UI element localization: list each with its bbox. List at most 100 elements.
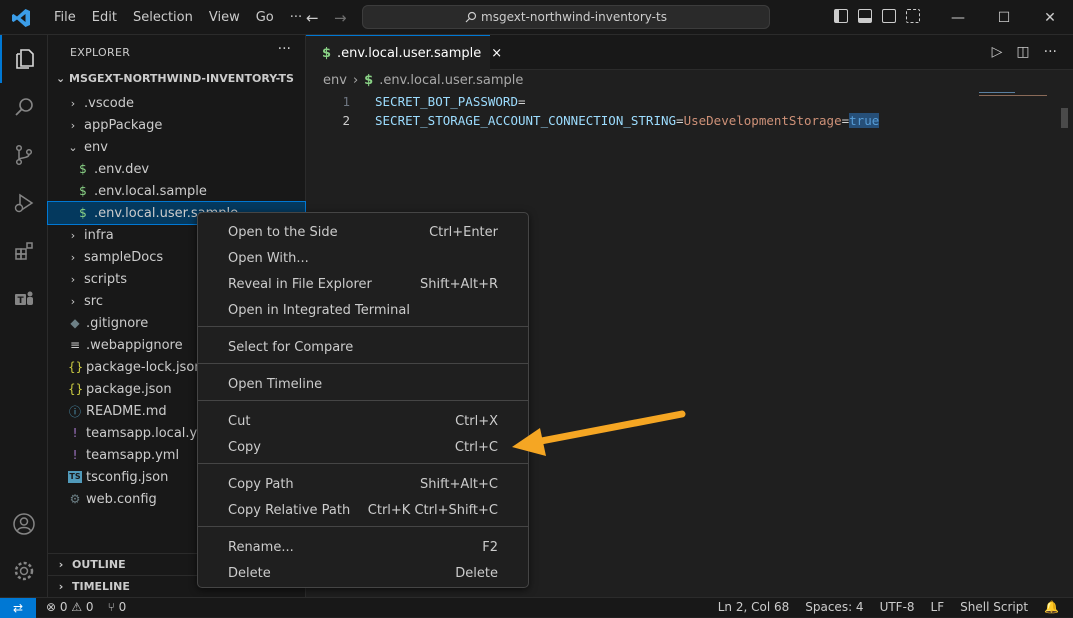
workspace-root[interactable]: ⌄ MSGEXT-NORTHWIND-INVENTORY-TS — [56, 72, 294, 85]
encoding[interactable]: UTF-8 — [880, 600, 915, 614]
run-icon[interactable]: ▷ — [992, 44, 1003, 60]
cursor-position[interactable]: Ln 2, Col 68 — [718, 600, 790, 614]
context-menu: Open to the Side Ctrl+Enter Open With... Re… — [197, 212, 529, 588]
more-actions-icon[interactable]: ··· — [1044, 44, 1057, 60]
menu-selection[interactable]: Selection — [125, 10, 201, 25]
menu-file[interactable]: File — [46, 10, 84, 25]
menu-item-delete[interactable]: Delete Delete — [204, 560, 522, 586]
minimize-icon[interactable]: — — [935, 0, 981, 35]
folder-item[interactable]: › .vscode — [48, 92, 305, 114]
menu-go[interactable]: Go — [248, 10, 282, 25]
menu-item-label: Copy Path — [228, 476, 294, 492]
chevron-right-icon: › — [70, 294, 76, 308]
maximize-icon[interactable]: ☐ — [981, 0, 1027, 35]
menu-item-copy-path[interactable]: Copy Path Shift+Alt+C — [204, 471, 522, 497]
account-icon[interactable] — [0, 500, 48, 548]
file-type-icon: TS — [68, 471, 82, 483]
menu-item-shortcut: Shift+Alt+C — [419, 476, 498, 492]
menu-item-cut[interactable]: Cut Ctrl+X — [204, 408, 522, 434]
tree-item-label: appPackage — [84, 117, 163, 133]
split-editor-icon[interactable]: ◫ — [1016, 44, 1029, 60]
settings-gear-icon[interactable] — [0, 547, 48, 595]
annotation-arrow — [512, 410, 686, 456]
menu-item-reveal-in-file-explorer[interactable]: Reveal in File Explorer Shift+Alt+R — [204, 271, 522, 297]
customize-layout-icon[interactable] — [906, 9, 920, 23]
end-of-line[interactable]: LF — [931, 600, 945, 614]
menu-separator — [198, 463, 528, 464]
line-number: 1 — [342, 94, 350, 109]
search-text: msgext-northwind-inventory-ts — [481, 10, 667, 24]
menu-item-label: Copy Relative Path — [228, 502, 351, 518]
extensions-icon[interactable] — [0, 227, 48, 275]
chevron-right-icon: › — [70, 96, 76, 110]
back-arrow-icon[interactable]: ← — [306, 9, 319, 27]
folder-item[interactable]: ⌄ env — [48, 136, 305, 158]
menu-separator — [198, 526, 528, 527]
command-center-search[interactable]: msgext-northwind-inventory-ts — [362, 5, 770, 29]
search-icon[interactable] — [0, 83, 48, 131]
toggle-secondary-sidebar-icon[interactable] — [882, 9, 896, 23]
problems-status[interactable]: ⊗ 0 ⚠ 0 — [46, 600, 94, 614]
activity-bar: T — [0, 35, 48, 597]
tree-item-label: scripts — [84, 271, 127, 287]
status-right: Ln 2, Col 68 Spaces: 4 UTF-8 LF Shell Sc… — [718, 600, 1059, 614]
menu-separator — [198, 363, 528, 364]
menu-item-shortcut: Ctrl+C — [454, 439, 498, 455]
file-item[interactable]: $ .env.dev — [48, 158, 305, 180]
menu-item-open-to-the-side[interactable]: Open to the Side Ctrl+Enter — [204, 219, 522, 245]
tree-item-label: src — [84, 293, 103, 309]
file-type-icon: ≡ — [69, 338, 81, 352]
toggle-primary-sidebar-icon[interactable] — [834, 9, 848, 23]
code-line: 2 SECRET_STORAGE_ACCOUNT_CONNECTION_STRI… — [306, 111, 880, 130]
menu-item-open-timeline[interactable]: Open Timeline — [204, 371, 522, 397]
shell-file-icon: $ — [322, 45, 332, 61]
menu-view[interactable]: View — [201, 10, 248, 25]
tab-env-local-user-sample[interactable]: $ .env.local.user.sample × — [306, 35, 502, 70]
file-type-icon: {} — [68, 360, 84, 374]
menu-edit[interactable]: Edit — [84, 10, 125, 25]
menu-item-copy-relative-path[interactable]: Copy Relative Path Ctrl+K Ctrl+Shift+C — [204, 497, 522, 523]
toggle-panel-icon[interactable] — [858, 9, 872, 23]
timeline-label: TIMELINE — [72, 580, 130, 593]
menu-item-open-in-integrated-terminal[interactable]: Open in Integrated Terminal — [204, 297, 522, 323]
menu-item-label: Open With... — [228, 250, 309, 266]
tree-item-label: teamsapp.yml — [86, 447, 180, 463]
breadcrumb-file[interactable]: .env.local.user.sample — [379, 73, 523, 88]
chevron-right-icon: › — [58, 558, 64, 571]
outline-label: OUTLINE — [72, 558, 126, 571]
chevron-down-icon: ⌄ — [56, 72, 70, 85]
file-type-icon: ! — [72, 448, 78, 462]
menu-item-select-for-compare[interactable]: Select for Compare — [204, 334, 522, 360]
shell-file-icon: $ — [364, 73, 374, 88]
notifications-bell-icon[interactable]: 🔔 — [1044, 600, 1059, 614]
run-debug-icon[interactable] — [0, 179, 48, 227]
menu-item-open-with[interactable]: Open With... — [204, 245, 522, 271]
minimap[interactable] — [979, 92, 1049, 98]
editor-scrollbar[interactable] — [1061, 108, 1068, 128]
ports-status[interactable]: ⑂ 0 — [108, 600, 127, 614]
close-icon[interactable]: ✕ — [1027, 0, 1073, 35]
breadcrumb-folder[interactable]: env — [323, 73, 347, 88]
menu-item-shortcut: Shift+Alt+R — [420, 276, 498, 292]
line-number: 2 — [342, 113, 350, 128]
teams-icon[interactable]: T — [0, 275, 48, 323]
indentation[interactable]: Spaces: 4 — [805, 600, 863, 614]
explorer-more-actions-icon[interactable]: ··· — [278, 41, 291, 57]
forward-arrow-icon[interactable]: → — [334, 9, 347, 27]
remote-indicator-icon[interactable]: ⇄ — [0, 598, 36, 618]
language-mode[interactable]: Shell Script — [960, 600, 1028, 614]
source-control-icon[interactable] — [0, 131, 48, 179]
chevron-right-icon: › — [70, 228, 76, 242]
menu-item-shortcut: Ctrl+Enter — [429, 224, 498, 240]
file-item[interactable]: $ .env.local.sample — [48, 180, 305, 202]
folder-item[interactable]: › appPackage — [48, 114, 305, 136]
svg-text:T: T — [18, 296, 25, 306]
tree-item-label: env — [84, 139, 108, 155]
menu-item-rename[interactable]: Rename... F2 — [204, 534, 522, 560]
status-left: ⊗ 0 ⚠ 0 ⑂ 0 — [46, 600, 126, 614]
menu-item-label: Open to the Side — [228, 224, 338, 240]
menu-item-label: Delete — [228, 565, 271, 581]
menu-item-copy[interactable]: Copy Ctrl+C — [204, 434, 522, 460]
close-tab-icon[interactable]: × — [491, 46, 502, 61]
explorer-icon[interactable] — [0, 35, 48, 83]
